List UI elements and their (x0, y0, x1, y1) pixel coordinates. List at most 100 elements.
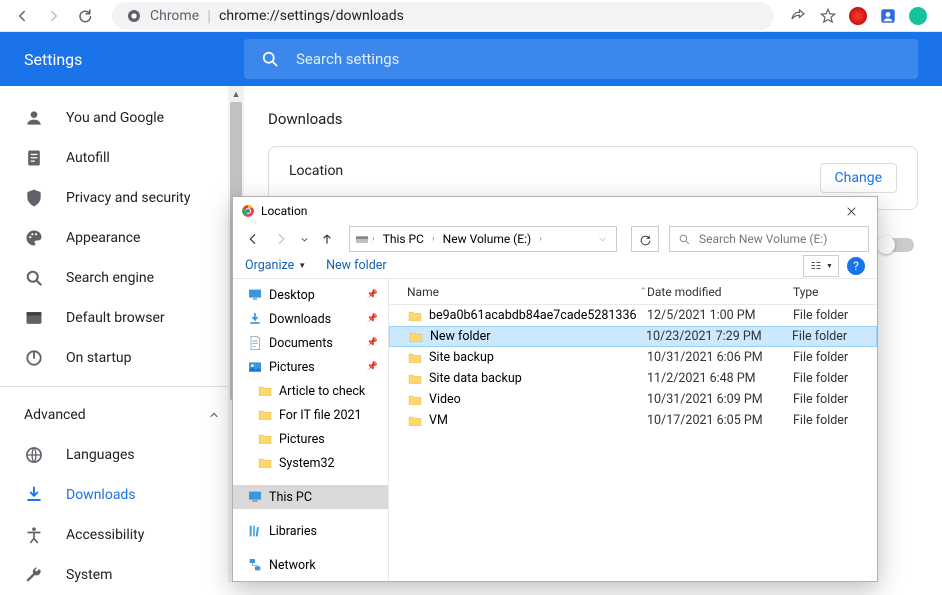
file-row[interactable]: New folder10/23/2021 7:29 PMFile folder (389, 326, 877, 347)
tree-article[interactable]: Article to check (233, 379, 388, 403)
file-date: 10/31/2021 6:09 PM (647, 392, 793, 407)
dialog-title: Location (261, 204, 307, 218)
chrome-icon (241, 204, 255, 218)
close-button[interactable] (829, 197, 873, 225)
tree-network[interactable]: Network (233, 553, 388, 577)
location-dialog: Location › This PC › New Volume (E:) › ⌵… (232, 196, 878, 582)
column-type[interactable]: Type (793, 285, 877, 299)
tree-thispc[interactable]: This PC (233, 485, 388, 509)
chrome-icon (126, 8, 142, 24)
folder-icon (257, 455, 273, 471)
organize-button[interactable]: Organize ▼ (245, 258, 306, 273)
settings-search-input[interactable] (296, 50, 902, 68)
sidebar-label: Languages (66, 447, 135, 463)
file-date: 10/31/2021 6:06 PM (647, 350, 793, 365)
file-name: Site backup (429, 350, 647, 365)
search-icon (260, 49, 280, 69)
sidebar-advanced-toggle[interactable]: Advanced (0, 395, 244, 435)
ext-grammarly-icon[interactable] (906, 2, 930, 30)
ask-toggle[interactable] (878, 238, 914, 252)
chevron-up-icon (208, 409, 220, 421)
sidebar-label: Appearance (66, 230, 140, 246)
file-type: File folder (793, 371, 877, 386)
file-row[interactable]: VM10/17/2021 6:05 PMFile folder (389, 410, 877, 431)
file-row[interactable]: be9a0b61acabdb84ae7cade528133612/5/2021 … (389, 305, 877, 326)
back-button[interactable] (8, 2, 36, 30)
share-icon[interactable] (786, 2, 810, 30)
omnibox[interactable]: Chrome | chrome://settings/downloads (112, 2, 774, 30)
sidebar-item-appearance[interactable]: Appearance (0, 218, 228, 258)
search-icon (24, 268, 44, 288)
location-label: Location (289, 163, 343, 179)
file-row[interactable]: Site backup10/31/2021 6:06 PMFile folder (389, 347, 877, 368)
sidebar-label: You and Google (66, 110, 164, 126)
forward-button[interactable] (40, 2, 68, 30)
sidebar-item-languages[interactable]: Languages (0, 435, 228, 475)
tree-desktop[interactable]: Desktop📌 (233, 283, 388, 307)
settings-search[interactable] (244, 39, 918, 79)
reload-button[interactable] (72, 2, 100, 30)
breadcrumb[interactable]: › This PC › New Volume (E:) › ⌵ (349, 226, 617, 252)
sidebar-label: Autofill (66, 150, 110, 166)
scroll-up-icon[interactable]: ▲ (228, 86, 244, 102)
file-type: File folder (793, 350, 877, 365)
dialog-nav: › This PC › New Volume (E:) › ⌵ Search N… (233, 225, 877, 253)
sidebar-item-autofill[interactable]: Autofill (0, 138, 228, 178)
tree-downloads[interactable]: Downloads📌 (233, 307, 388, 331)
sidebar-item-you-and-google[interactable]: You and Google (0, 98, 228, 138)
pin-icon: 📌 (367, 314, 378, 324)
column-date[interactable]: Date modified (647, 285, 793, 299)
ext-opera-icon[interactable] (846, 2, 870, 30)
folder-icon (407, 371, 423, 387)
tree-pictures[interactable]: Pictures📌 (233, 355, 388, 379)
sidebar-item-downloads[interactable]: Downloads (0, 475, 228, 515)
browser-icon (24, 308, 44, 328)
chevron-down-icon[interactable]: ⌵ (599, 234, 606, 244)
sidebar-item-system[interactable]: System (0, 555, 228, 595)
nav-recent-button[interactable] (297, 227, 311, 251)
sidebar-item-search-engine[interactable]: Search engine (0, 258, 228, 298)
sidebar-item-on-startup[interactable]: On startup (0, 338, 228, 378)
sidebar-item-accessibility[interactable]: Accessibility (0, 515, 228, 555)
extensions-row (786, 2, 934, 30)
sort-indicator-icon: ⌃ (639, 287, 647, 297)
file-row[interactable]: Site data backup11/2/2021 6:48 PMFile fo… (389, 368, 877, 389)
download-icon (247, 311, 263, 327)
sidebar-label: Search engine (66, 270, 154, 286)
file-date: 10/23/2021 7:29 PM (646, 329, 792, 344)
change-button[interactable]: Change (820, 163, 897, 193)
person-icon (24, 108, 44, 128)
refresh-button[interactable] (631, 226, 659, 252)
tree-system32[interactable]: System32 (233, 451, 388, 475)
sidebar-item-privacy[interactable]: Privacy and security (0, 178, 228, 218)
sidebar-item-default-browser[interactable]: Default browser (0, 298, 228, 338)
new-folder-button[interactable]: New folder (326, 258, 386, 273)
accessibility-icon (24, 525, 44, 545)
file-name: be9a0b61acabdb84ae7cade5281336 (429, 308, 647, 323)
power-icon (24, 348, 44, 368)
tree-documents[interactable]: Documents📌 (233, 331, 388, 355)
bookmark-icon[interactable] (816, 2, 840, 30)
nav-up-button[interactable] (315, 227, 339, 251)
nav-back-button[interactable] (241, 227, 265, 251)
help-button[interactable]: ? (847, 257, 865, 275)
tree-libraries[interactable]: Libraries (233, 519, 388, 543)
dialog-search[interactable]: Search New Volume (E:) (669, 226, 869, 252)
crumb-volume[interactable]: New Volume (E:) (437, 232, 538, 246)
tree-forit[interactable]: For IT file 2021 (233, 403, 388, 427)
drive-icon (354, 231, 370, 247)
folder-tree: Desktop📌 Downloads📌 Documents📌 Pictures📌… (233, 279, 389, 581)
tree-pictures2[interactable]: Pictures (233, 427, 388, 451)
pc-icon (247, 489, 263, 505)
file-row[interactable]: Video10/31/2021 6:09 PMFile folder (389, 389, 877, 410)
crumb-this-pc[interactable]: This PC (377, 232, 430, 246)
sidebar-divider (0, 386, 244, 387)
sidebar-label: Accessibility (66, 527, 144, 543)
ext-blue-icon[interactable] (876, 2, 900, 30)
column-name[interactable]: Name⌃ (389, 285, 647, 299)
file-name: Site data backup (429, 371, 647, 386)
view-button[interactable]: ▼ (803, 255, 839, 277)
clipboard-icon (24, 148, 44, 168)
nav-forward-button[interactable] (269, 227, 293, 251)
file-name: New folder (430, 329, 646, 344)
